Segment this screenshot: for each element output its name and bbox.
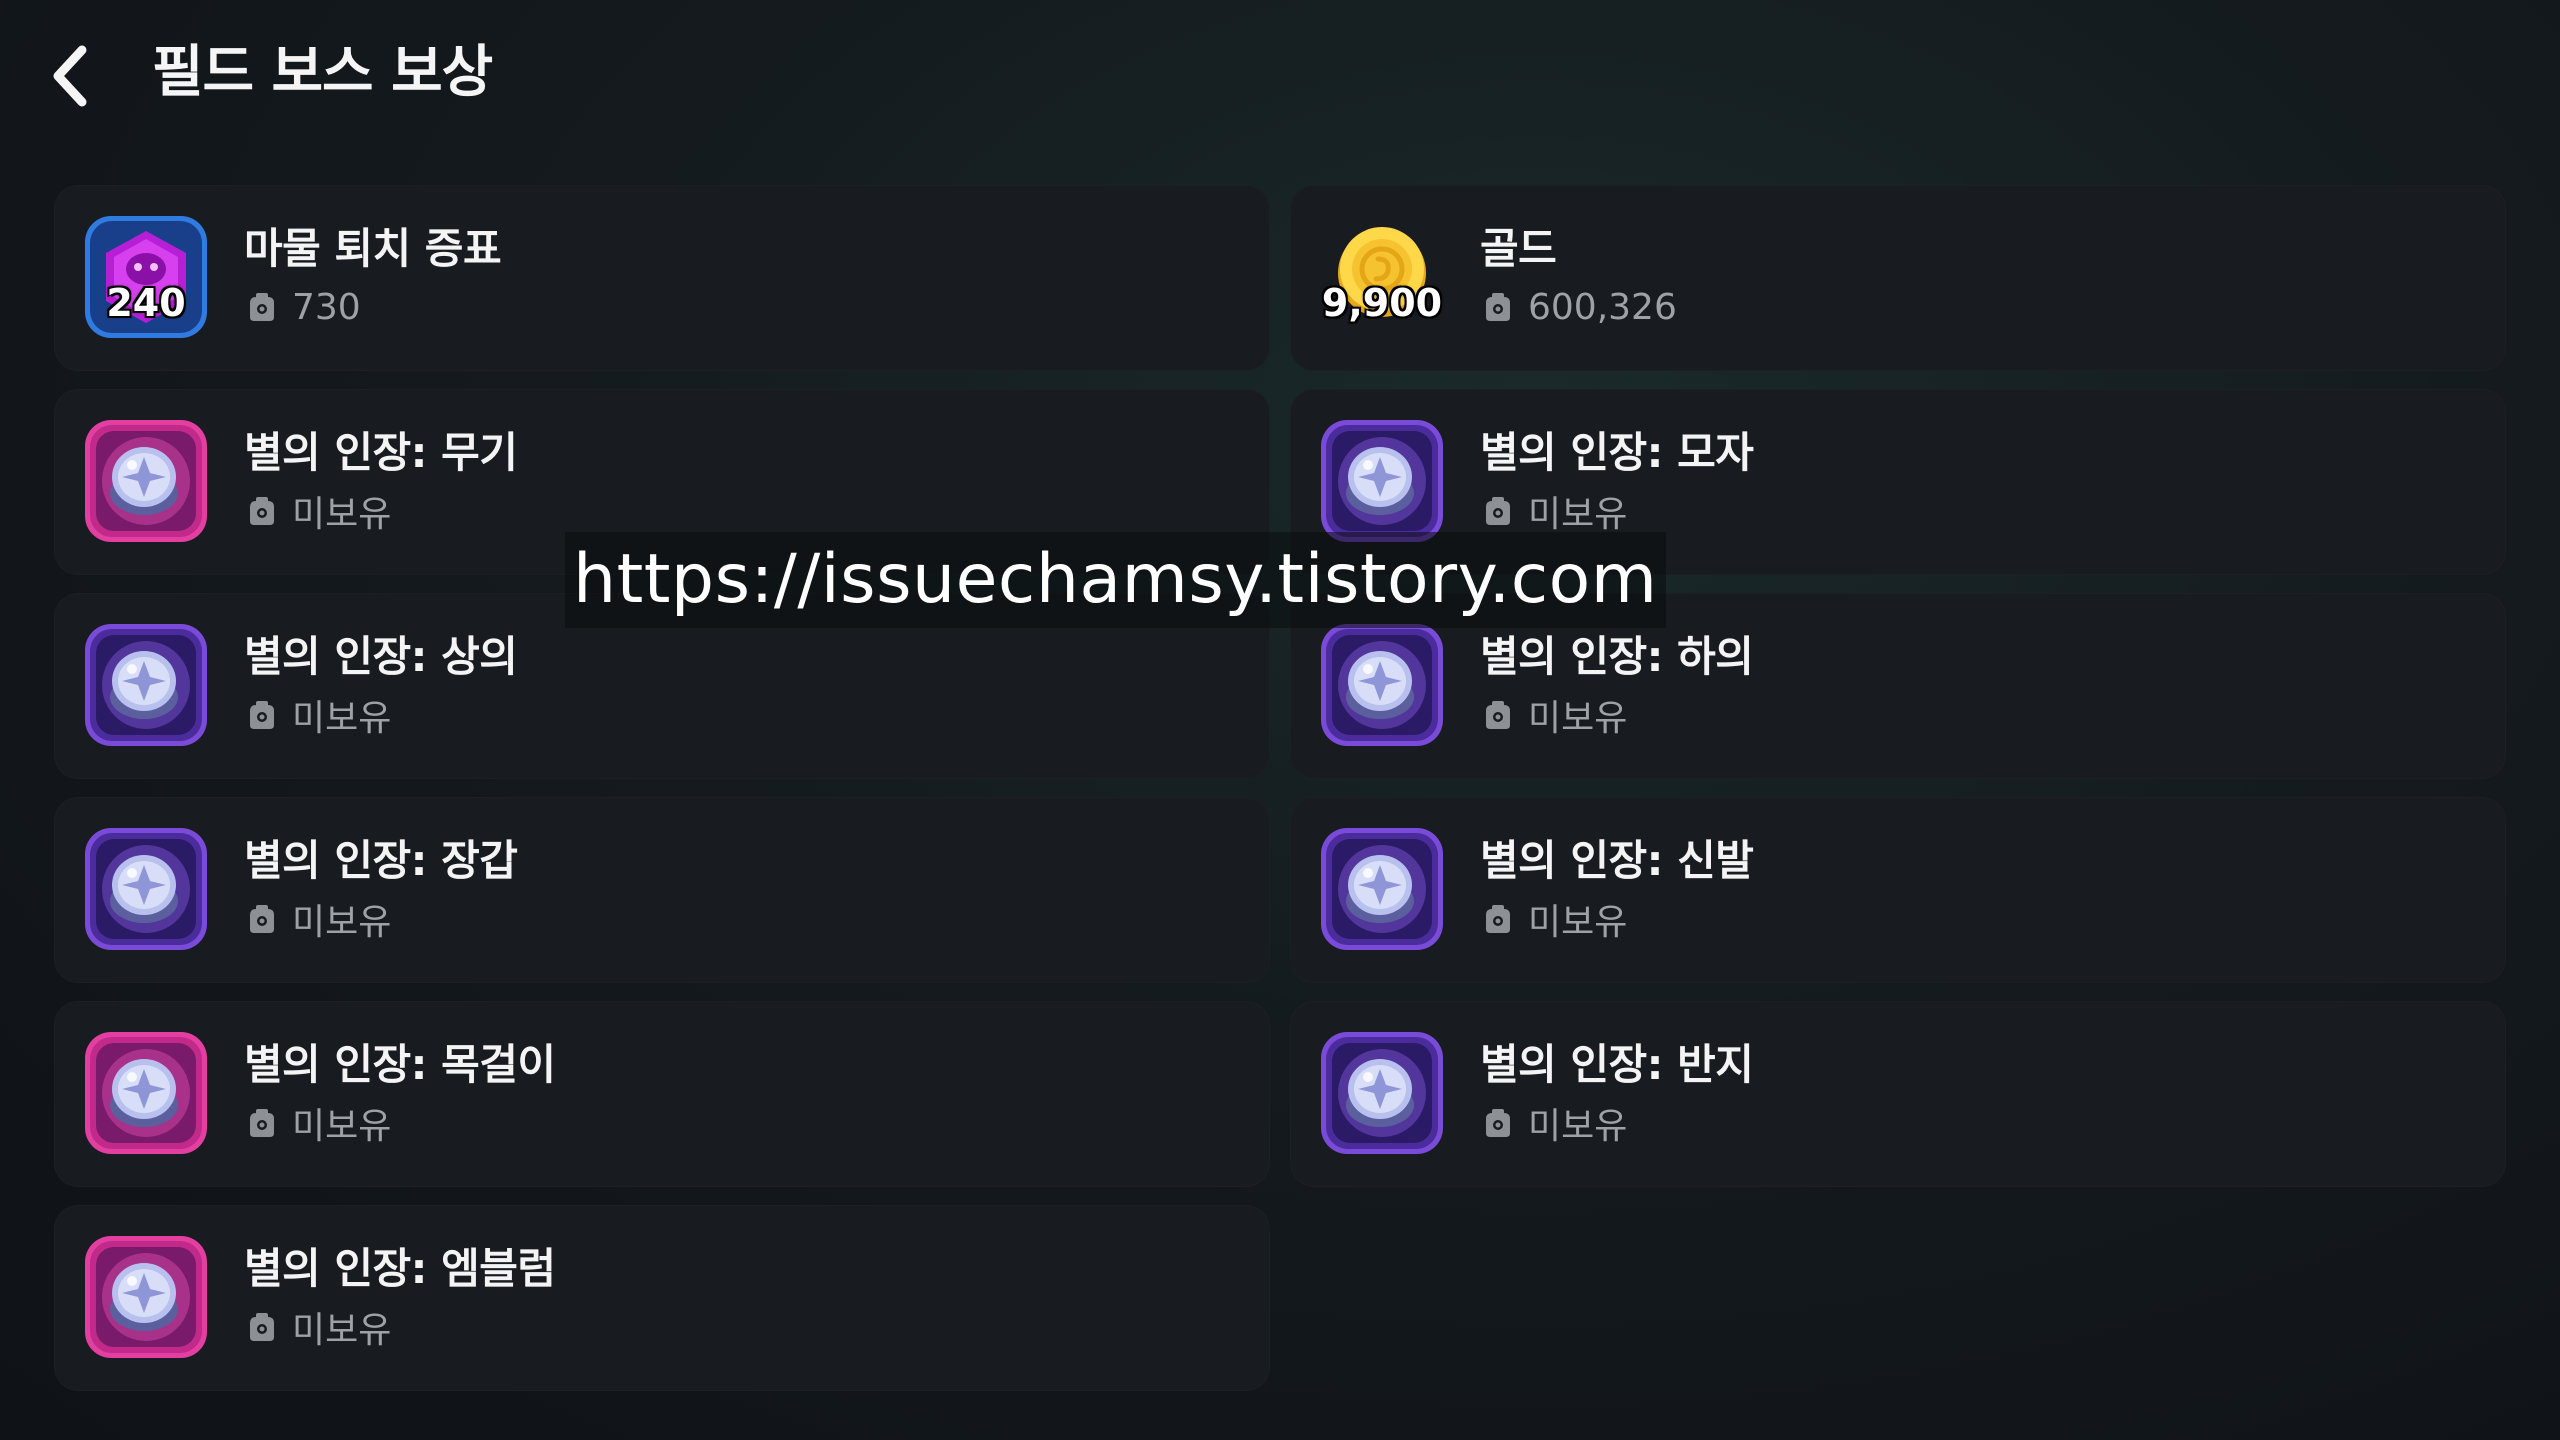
- star-seal-icon: [85, 1032, 207, 1154]
- item-owned-value: 미보유: [1528, 902, 1628, 943]
- chevron-left-icon: [53, 45, 87, 107]
- item-owned-value: 미보유: [292, 902, 392, 943]
- reward-card[interactable]: 240 마물 퇴치 증표 730: [54, 185, 1270, 371]
- item-name: 별의 인장: 반지: [1480, 1040, 1754, 1089]
- item-owned-value: 미보유: [292, 1106, 392, 1147]
- item-icon: [82, 1233, 210, 1361]
- item-owned-value: 600,326: [1528, 286, 1677, 328]
- star-seal-icon: [1321, 420, 1443, 542]
- item-name: 별의 인장: 목걸이: [244, 1040, 556, 1089]
- star-seal-icon: [1321, 1032, 1443, 1154]
- item-owned-value: 미보유: [1528, 494, 1628, 535]
- reward-card[interactable]: 별의 인장: 반지 미보유: [1290, 1001, 2506, 1187]
- star-seal-icon: [85, 1236, 207, 1358]
- bag-icon: [1486, 701, 1510, 729]
- bag-icon: [250, 293, 274, 321]
- star-seal-icon: [1321, 624, 1443, 746]
- item-owned: 600,326: [1480, 283, 1677, 331]
- item-icon: [82, 621, 210, 749]
- item-quantity: 9,900: [1321, 281, 1443, 325]
- item-name: 별의 인장: 장갑: [244, 836, 518, 885]
- item-owned-value: 미보유: [292, 1310, 392, 1351]
- bag-icon: [250, 701, 274, 729]
- bag-icon: [1486, 905, 1510, 933]
- back-button[interactable]: [40, 36, 110, 116]
- item-icon: [82, 1029, 210, 1157]
- item-name: 별의 인장: 신발: [1480, 836, 1754, 885]
- item-name: 별의 인장: 하의: [1480, 632, 1754, 681]
- item-icon: [1318, 1029, 1446, 1157]
- item-name: 별의 인장: 모자: [1480, 428, 1754, 477]
- item-owned: 미보유: [244, 1303, 391, 1351]
- header: 필드 보스 보상: [0, 0, 2560, 150]
- item-icon: [82, 417, 210, 545]
- bag-icon: [250, 1109, 274, 1137]
- item-owned: 미보유: [244, 691, 391, 739]
- item-owned: 미보유: [1480, 895, 1627, 943]
- item-quantity: 240: [106, 281, 186, 325]
- reward-card[interactable]: 9,900 골드 600,326: [1290, 185, 2506, 371]
- item-owned-value: 미보유: [292, 698, 392, 739]
- reward-card[interactable]: 별의 인장: 신발 미보유: [1290, 797, 2506, 983]
- watermark-text: https://issuechamsy.tistory.com: [565, 532, 1666, 628]
- item-owned-value: 미보유: [1528, 698, 1628, 739]
- bag-icon: [250, 905, 274, 933]
- item-name: 골드: [1480, 224, 1557, 273]
- reward-card[interactable]: 별의 인장: 목걸이 미보유: [54, 1001, 1270, 1187]
- item-owned: 미보유: [244, 895, 391, 943]
- item-owned: 미보유: [1480, 487, 1627, 535]
- item-icon: [1318, 621, 1446, 749]
- item-name: 마물 퇴치 증표: [244, 224, 502, 273]
- bag-icon: [1486, 1109, 1510, 1137]
- item-icon: [1318, 825, 1446, 953]
- item-icon: [82, 825, 210, 953]
- item-name: 별의 인장: 무기: [244, 428, 518, 477]
- item-owned: 미보유: [244, 1099, 391, 1147]
- item-owned: 미보유: [1480, 1099, 1627, 1147]
- item-icon: 9,900: [1318, 213, 1446, 341]
- star-seal-icon: [85, 420, 207, 542]
- star-seal-icon: [85, 624, 207, 746]
- star-seal-icon: [1321, 828, 1443, 950]
- item-name: 별의 인장: 엠블럼: [244, 1244, 556, 1293]
- item-owned: 미보유: [244, 487, 391, 535]
- item-icon: 240: [82, 213, 210, 341]
- reward-card[interactable]: 별의 인장: 장갑 미보유: [54, 797, 1270, 983]
- bag-icon: [250, 1313, 274, 1341]
- item-icon: [1318, 417, 1446, 545]
- bag-icon: [1486, 293, 1510, 321]
- item-owned: 미보유: [1480, 691, 1627, 739]
- item-owned-value: 미보유: [1528, 1106, 1628, 1147]
- star-seal-icon: [85, 828, 207, 950]
- reward-card[interactable]: 별의 인장: 엠블럼 미보유: [54, 1205, 1270, 1391]
- item-owned-value: 미보유: [292, 494, 392, 535]
- item-owned: 730: [244, 283, 361, 331]
- bag-icon: [250, 497, 274, 525]
- page-title: 필드 보스 보상: [152, 40, 493, 105]
- item-owned-value: 730: [292, 286, 361, 328]
- bag-icon: [1486, 497, 1510, 525]
- item-name: 별의 인장: 상의: [244, 632, 518, 681]
